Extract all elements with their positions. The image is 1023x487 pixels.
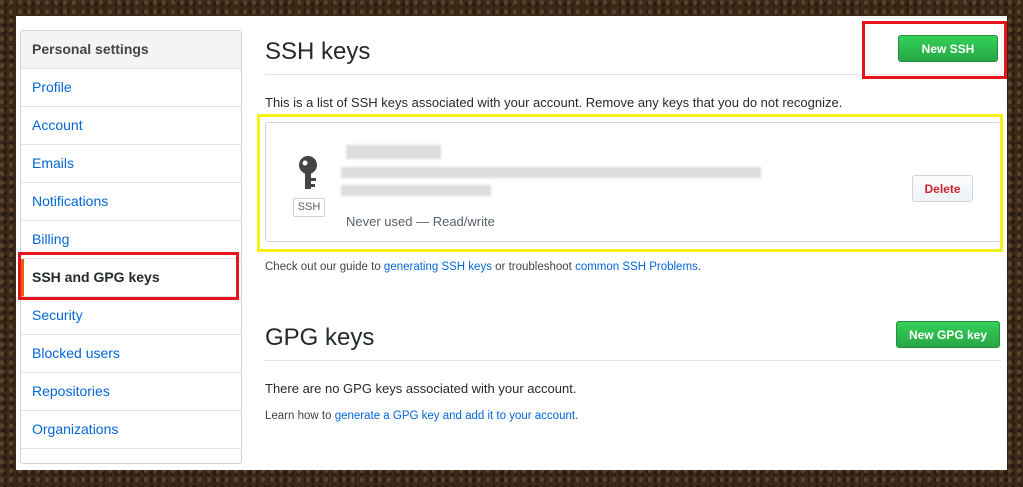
gpg-keys-title: GPG keys	[265, 324, 375, 351]
sidebar-item-organizations[interactable]: Organizations	[21, 411, 241, 449]
sidebar-item-partial[interactable]	[21, 449, 241, 463]
learn-suffix: .	[575, 410, 579, 422]
ssh-keys-title: SSH keys	[265, 38, 371, 65]
sidebar-header: Personal settings	[21, 31, 241, 69]
sidebar-item-account[interactable]: Account	[21, 107, 241, 145]
settings-page: Personal settings Profile Account Emails…	[16, 16, 1007, 470]
sidebar-item-profile[interactable]: Profile	[21, 69, 241, 107]
sidebar-item-repositories[interactable]: Repositories	[21, 373, 241, 411]
sidebar-item-security[interactable]: Security	[21, 297, 241, 335]
gpg-empty-text: There are no GPG keys associated with yo…	[265, 381, 577, 396]
generate-gpg-key-link[interactable]: generate a GPG key and add it to your ac…	[335, 410, 575, 422]
settings-sidebar: Personal settings Profile Account Emails…	[20, 30, 242, 464]
highlight-ssh-gpg-nav	[18, 252, 239, 300]
highlight-new-ssh-key	[862, 21, 1007, 79]
divider	[265, 360, 1001, 361]
ssh-description: This is a list of SSH keys associated wi…	[265, 95, 843, 110]
gpg-learn-text: Learn how to generate a GPG key and add …	[265, 410, 578, 422]
ssh-guide-text: Check out our guide to generating SSH ke…	[265, 261, 701, 273]
sidebar-item-emails[interactable]: Emails	[21, 145, 241, 183]
new-gpg-key-button[interactable]: New GPG key	[896, 321, 1000, 348]
guide-suffix: .	[697, 261, 701, 273]
sidebar-item-blocked-users[interactable]: Blocked users	[21, 335, 241, 373]
sidebar-item-notifications[interactable]: Notifications	[21, 183, 241, 221]
generating-ssh-keys-link[interactable]: generating SSH keys	[384, 261, 492, 273]
guide-prefix: Check out our guide to	[265, 261, 384, 273]
learn-prefix: Learn how to	[265, 410, 335, 422]
highlight-ssh-key-item	[257, 114, 1003, 252]
guide-middle: or troubleshoot	[491, 261, 576, 273]
common-ssh-problems-link[interactable]: common SSH Problems	[575, 261, 698, 273]
